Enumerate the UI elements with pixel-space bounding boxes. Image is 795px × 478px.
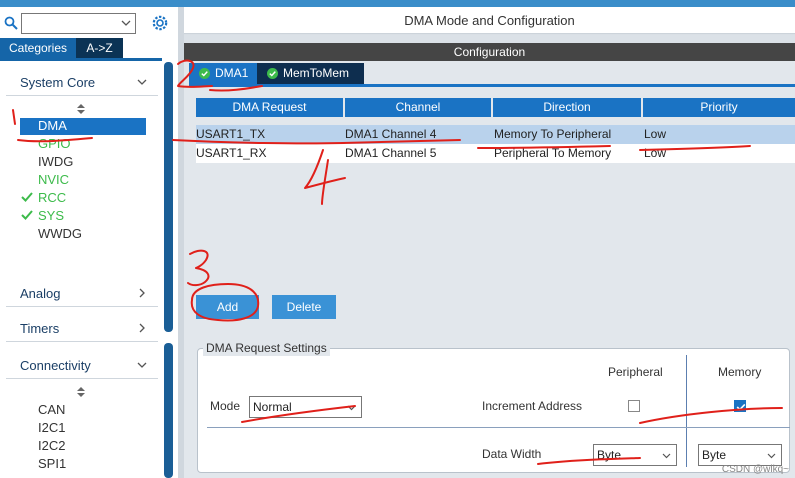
section-timers[interactable]: Timers xyxy=(6,314,158,342)
section-label: Connectivity xyxy=(20,358,91,373)
search-row xyxy=(0,11,178,37)
peripheral-width-value: Byte xyxy=(597,448,622,462)
cell-priority[interactable]: Low xyxy=(644,125,666,144)
table-row[interactable]: USART1_TX DMA1 Channel 4 Memory To Perip… xyxy=(196,125,795,144)
settings-legend: DMA Request Settings xyxy=(203,340,330,356)
mode-gap xyxy=(184,35,795,43)
delete-button[interactable]: Delete xyxy=(272,295,336,319)
cell-channel[interactable]: DMA1 Channel 4 xyxy=(345,125,436,144)
check-icon xyxy=(21,192,33,202)
cell-direction[interactable]: Peripheral To Memory xyxy=(494,144,611,163)
memory-increment-checkbox[interactable] xyxy=(734,400,746,412)
chevron-down-icon xyxy=(662,453,671,459)
chevron-down-icon xyxy=(137,79,147,85)
chevron-right-icon xyxy=(139,323,145,333)
tab-categories[interactable]: Categories xyxy=(0,38,76,58)
tree-item-dma[interactable]: DMA xyxy=(20,118,146,135)
tree-item-wwdg[interactable]: WWDG xyxy=(38,226,82,242)
tab-a-to-z[interactable]: A->Z xyxy=(76,38,123,58)
tree-item-spi1[interactable]: SPI1 xyxy=(38,456,66,472)
tree-item-i2c1[interactable]: I2C1 xyxy=(38,420,65,436)
cell-request: USART1_RX xyxy=(196,146,267,160)
tab-dma1[interactable]: DMA1 xyxy=(189,63,257,84)
category-tab-underline xyxy=(0,58,162,61)
mode-title: DMA Mode and Configuration xyxy=(184,7,795,34)
tab-label: MemToMem xyxy=(283,66,350,80)
chevron-down-icon[interactable] xyxy=(120,17,132,29)
tab-underline xyxy=(189,84,795,87)
gear-icon[interactable] xyxy=(151,14,169,32)
memory-data-width-select[interactable]: Byte xyxy=(698,444,782,466)
memory-width-value: Byte xyxy=(702,448,727,462)
column-divider xyxy=(686,355,687,467)
chevron-right-icon xyxy=(139,288,145,298)
chevron-down-icon xyxy=(137,362,147,368)
column-header-priority[interactable]: Priority xyxy=(643,98,795,117)
left-panel: Categories A->Z System Core DMA GPIO IWD… xyxy=(0,7,178,478)
chevron-down-icon xyxy=(767,453,776,459)
settings-divider xyxy=(207,427,790,428)
tab-label: DMA1 xyxy=(215,66,249,80)
check-icon xyxy=(736,403,746,411)
top-accent-bar xyxy=(0,0,795,7)
check-circle-icon xyxy=(267,68,278,79)
left-scrollbar-thumb[interactable] xyxy=(164,62,173,332)
search-input[interactable] xyxy=(22,14,118,33)
watermark: CSDN @wlkq~ xyxy=(721,464,789,475)
chevron-down-icon xyxy=(347,405,356,411)
peripheral-increment-checkbox[interactable] xyxy=(628,400,640,412)
section-label: System Core xyxy=(20,75,96,90)
column-header-dma-request[interactable]: DMA Request xyxy=(196,98,343,117)
tab-memtomem[interactable]: MemToMem xyxy=(257,63,364,84)
tree-item-i2c2[interactable]: I2C2 xyxy=(38,438,65,454)
sort-arrows-icon[interactable] xyxy=(77,387,85,397)
section-connectivity[interactable]: Connectivity xyxy=(6,351,158,379)
tree-item-iwdg[interactable]: IWDG xyxy=(38,154,73,170)
search-icon[interactable] xyxy=(4,16,18,30)
mode-label: Mode xyxy=(210,399,241,413)
cell-priority[interactable]: Low xyxy=(644,144,666,163)
peripheral-data-width-select[interactable]: Byte xyxy=(593,444,677,466)
section-label: Analog xyxy=(20,286,61,301)
add-button[interactable]: Add xyxy=(196,295,259,319)
data-width-label: Data Width xyxy=(482,447,542,461)
mode-select[interactable]: Normal xyxy=(249,396,362,418)
section-system-core[interactable]: System Core xyxy=(6,68,158,96)
column-header-channel[interactable]: Channel xyxy=(345,98,491,117)
column-header-direction[interactable]: Direction xyxy=(493,98,641,117)
tree-item-gpio[interactable]: GPIO xyxy=(38,136,71,152)
mode-select-value: Normal xyxy=(253,400,292,414)
tree-item-sys[interactable]: SYS xyxy=(38,208,64,224)
config-header: Configuration xyxy=(184,43,795,61)
tree-item-can[interactable]: CAN xyxy=(38,402,65,418)
cell-direction[interactable]: Memory To Peripheral xyxy=(494,125,611,144)
left-scrollbar-thumb-lower[interactable] xyxy=(164,343,173,478)
peripheral-column-label: Peripheral xyxy=(608,365,663,379)
section-analog[interactable]: Analog xyxy=(6,279,158,307)
sort-arrows-icon[interactable] xyxy=(77,104,85,114)
tree-item-rcc[interactable]: RCC xyxy=(38,190,66,206)
right-panel: DMA Mode and Configuration Configuration… xyxy=(184,7,795,478)
section-label: Timers xyxy=(20,321,60,336)
check-circle-icon xyxy=(199,68,210,79)
tree-item-nvic[interactable]: NVIC xyxy=(38,172,69,188)
config-area: DMA1 MemToMem DMA Request Channel Direct… xyxy=(184,61,795,478)
memory-column-label: Memory xyxy=(718,365,762,379)
cell-request: USART1_TX xyxy=(196,127,266,141)
table-row[interactable]: USART1_RX DMA1 Channel 5 Peripheral To M… xyxy=(196,144,795,163)
increment-address-label: Increment Address xyxy=(482,399,583,413)
search-combobox[interactable] xyxy=(21,13,136,34)
cell-channel[interactable]: DMA1 Channel 5 xyxy=(345,144,436,163)
check-icon xyxy=(21,210,33,220)
